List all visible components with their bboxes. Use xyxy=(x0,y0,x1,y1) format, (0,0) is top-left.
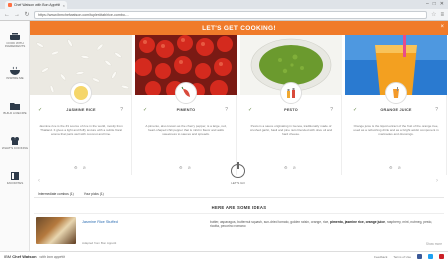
next-arrow-icon[interactable]: › xyxy=(436,178,438,184)
card-description: Orange juice is the liquid extract of th… xyxy=(353,125,439,136)
ingredient-card[interactable]: ✓ PIMENTO ? A pimento, also known as the… xyxy=(135,35,237,175)
bookmark-star-icon[interactable]: ☆ xyxy=(431,11,436,18)
ingredient-card[interactable]: ✓ ORANGE JUICE ? Orange juice is the liq… xyxy=(345,35,447,175)
recipe-idea-row[interactable]: Jasmine Rice Stuffed Adapted from Bon Ap… xyxy=(34,213,444,247)
pinterest-icon[interactable] xyxy=(439,254,444,259)
show-more-link[interactable]: Show more xyxy=(426,242,442,246)
sidebar-label: Cook with Ingredients xyxy=(4,41,26,49)
ideas-title: HERE ARE SOME IDEAS xyxy=(211,205,267,210)
ingredient-cards: ✓ JASMINE RICE ? Jasmine rice is the #1 … xyxy=(30,35,448,175)
browser-tabbar: Chef Watson with Bon Appétit × – □ ✕ xyxy=(0,0,448,9)
power-button-icon[interactable] xyxy=(231,162,245,178)
chili-badge-icon xyxy=(175,82,197,104)
menu-icon[interactable]: ≡ xyxy=(440,12,444,18)
chef-icon xyxy=(9,136,21,146)
footer-links: Feedback Terms of Use xyxy=(374,254,444,259)
page-title: LET'S GET COOKING! xyxy=(202,24,276,32)
sidebar-label: Build a Recipe xyxy=(3,111,27,115)
help-icon[interactable]: ? xyxy=(435,107,438,113)
card-actions[interactable]: ⚙ ⊘ xyxy=(135,165,237,170)
page-header: LET'S GET COOKING! × xyxy=(30,21,448,35)
card-description: Pesto is a sauce originating in Genoa, t… xyxy=(249,125,333,136)
feedback-link[interactable]: Feedback xyxy=(374,255,387,259)
window-controls: – □ ✕ xyxy=(426,1,444,7)
recipe-thumbnail[interactable] xyxy=(36,217,76,244)
footer: IBM Chef Watson with bon appétit Feedbac… xyxy=(0,251,448,261)
recipe-name-link[interactable]: Jasmine Rice Stuffed xyxy=(82,220,118,224)
sidebar-item-inspire[interactable]: Inspire Me xyxy=(0,66,30,80)
ingredient-card[interactable]: ✓ PESTO ? Pesto is a sauce originating i… xyxy=(240,35,342,175)
help-icon[interactable]: ? xyxy=(225,107,228,113)
maximize-icon[interactable]: □ xyxy=(433,1,436,7)
results-tabs: Intermediate combos (1) Your picks (1) xyxy=(34,190,444,198)
prev-arrow-icon[interactable]: ‹ xyxy=(38,178,40,184)
close-window-icon[interactable]: ✕ xyxy=(440,1,444,7)
card-name: PESTO xyxy=(284,108,298,112)
favicon-icon xyxy=(8,3,12,7)
sidebar-item-build[interactable]: Build a Recipe xyxy=(0,101,30,115)
close-tab-icon[interactable]: × xyxy=(63,3,65,8)
recipe-ingredients: butter, asparagus, butternut squash, sun… xyxy=(210,220,433,229)
sidebar-label: Inspire Me xyxy=(6,76,24,80)
address-bar[interactable]: https://www.ibmchefwatson.com/tupler#tab… xyxy=(34,10,428,19)
tab-your-picks[interactable]: Your picks (1) xyxy=(84,192,104,196)
facebook-icon[interactable] xyxy=(417,254,422,259)
card-description: Jasmine rice is the #1 source of rice in… xyxy=(39,125,123,136)
sidebar-item-cook[interactable]: Cook with Ingredients xyxy=(0,31,30,49)
browser-toolbar: ← → ↻ https://www.ibmchefwatson.com/tupl… xyxy=(0,9,448,21)
card-actions[interactable]: ⚙ ⊘ xyxy=(30,165,132,170)
minimize-icon[interactable]: – xyxy=(426,1,429,7)
brand-logo[interactable]: IBM Chef Watson xyxy=(4,254,37,259)
help-icon[interactable]: ? xyxy=(120,107,123,113)
ingredient-card[interactable]: ✓ JASMINE RICE ? Jasmine rice is the #1 … xyxy=(30,35,132,175)
recipe-source: Adapted from Bon Appétit xyxy=(82,241,117,245)
sidebar-label: Favorites xyxy=(6,181,24,185)
book-icon xyxy=(9,171,21,181)
sidebar-label: What's Cooking xyxy=(1,146,29,150)
back-icon[interactable]: ← xyxy=(4,12,10,18)
folder-icon xyxy=(9,101,21,111)
pot-icon xyxy=(9,31,21,41)
card-actions[interactable]: ⚙ ⊘ xyxy=(345,165,447,170)
card-name: PIMENTO xyxy=(176,108,196,112)
close-icon[interactable]: × xyxy=(440,24,444,30)
card-description: A pimento, also known as the cherry pepp… xyxy=(145,125,227,136)
card-name: JASMINE RICE xyxy=(66,108,96,112)
tab-title: Chef Watson with Bon Appétit xyxy=(14,3,61,7)
tab-intermediate[interactable]: Intermediate combos (1) xyxy=(38,192,74,196)
brand-tagline: with bon appétit xyxy=(39,254,65,259)
bottle-badge-icon xyxy=(280,82,302,104)
card-actions[interactable]: ⚙ ⊘ xyxy=(240,165,342,170)
bowl-icon xyxy=(9,66,21,76)
reload-icon[interactable]: ↻ xyxy=(24,11,30,18)
browser-tab[interactable]: Chef Watson with Bon Appétit × xyxy=(5,1,67,9)
twitter-icon[interactable] xyxy=(428,254,433,259)
card-name: ORANGE JUICE xyxy=(380,108,412,112)
juice-badge-icon xyxy=(385,82,407,104)
power-label: LET'S GO xyxy=(231,181,245,185)
sidebar-item-whats-cooking[interactable]: What's Cooking xyxy=(0,136,30,150)
sidebar-item-favorites[interactable]: Favorites xyxy=(0,171,30,185)
forward-icon[interactable]: → xyxy=(14,12,20,18)
help-icon[interactable]: ? xyxy=(330,107,333,113)
sidebar: Cook with Ingredients Inspire Me Build a… xyxy=(0,21,30,261)
terms-link[interactable]: Terms of Use xyxy=(393,255,411,259)
rice-badge-icon xyxy=(70,82,92,104)
